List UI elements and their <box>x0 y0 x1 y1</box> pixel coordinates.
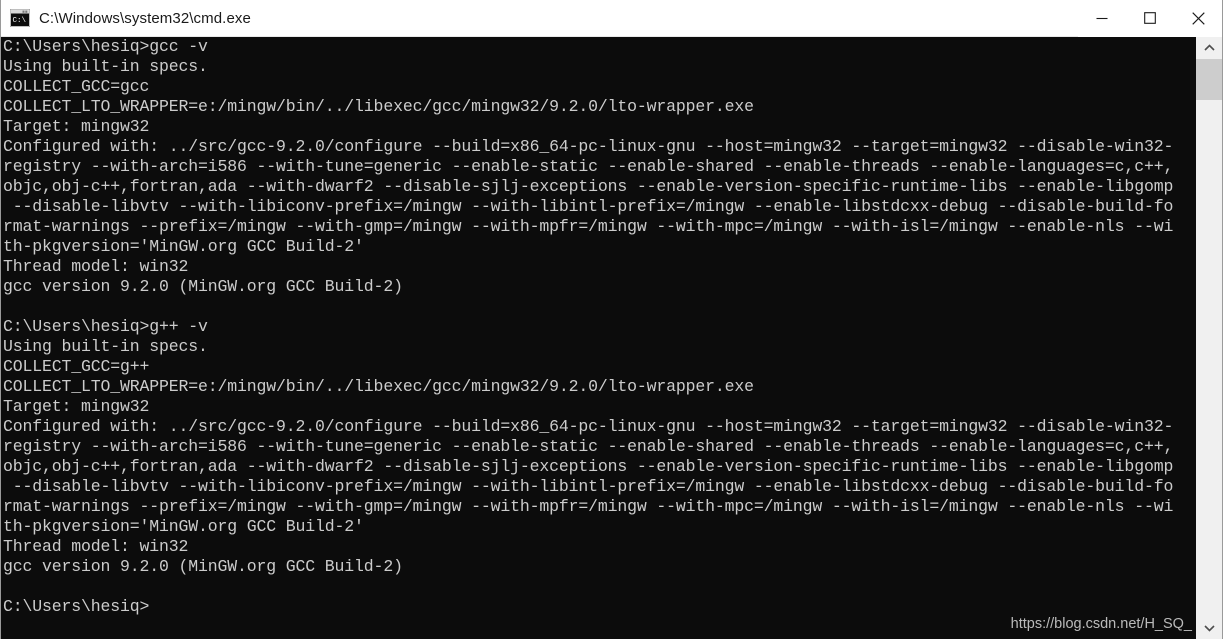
console-body: C:\Users\hesiq>gcc -v Using built-in spe… <box>1 37 1222 639</box>
title-bar[interactable]: C:\ C:\Windows\system32\cmd.exe <box>1 0 1222 37</box>
scrollbar-track[interactable] <box>1196 59 1222 617</box>
cmd-console-icon: C:\ <box>9 8 31 28</box>
close-button[interactable] <box>1174 0 1222 37</box>
scroll-down-arrow-icon[interactable] <box>1196 617 1222 639</box>
minimize-button[interactable] <box>1078 0 1126 37</box>
console-output-area[interactable]: C:\Users\hesiq>gcc -v Using built-in spe… <box>1 37 1196 639</box>
scrollbar-thumb[interactable] <box>1196 59 1222 100</box>
svg-text:C:\: C:\ <box>13 17 27 25</box>
cmd-window: C:\ C:\Windows\system32\cmd.exe C:\Users… <box>0 0 1223 639</box>
vertical-scrollbar[interactable] <box>1196 37 1222 639</box>
window-controls <box>1078 0 1222 37</box>
window-title: C:\Windows\system32\cmd.exe <box>39 9 251 27</box>
maximize-button[interactable] <box>1126 0 1174 37</box>
scroll-up-arrow-icon[interactable] <box>1196 37 1222 59</box>
watermark-text: https://blog.csdn.net/H_SQ_ <box>1010 616 1192 632</box>
console-output-text: C:\Users\hesiq>gcc -v Using built-in spe… <box>3 37 1174 616</box>
